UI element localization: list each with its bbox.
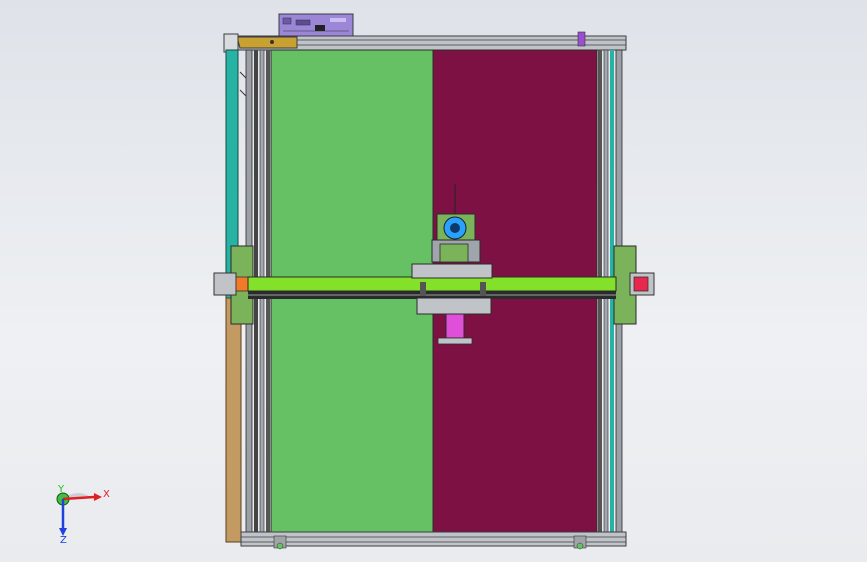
tool-block	[445, 313, 465, 339]
gantry-beam[interactable]	[247, 276, 617, 299]
control-box[interactable]	[278, 13, 354, 39]
z-axis-label: Z	[60, 535, 67, 546]
gantry-left-end	[213, 245, 254, 325]
bottom-frame-rail	[240, 531, 627, 550]
cad-viewport[interactable]: X Y Z	[0, 0, 867, 562]
gantry-right-end	[613, 245, 655, 325]
axis-triad: X Y Z	[56, 484, 110, 546]
y-axis-label: Y	[57, 484, 65, 495]
x-axis-label: X	[103, 489, 110, 500]
